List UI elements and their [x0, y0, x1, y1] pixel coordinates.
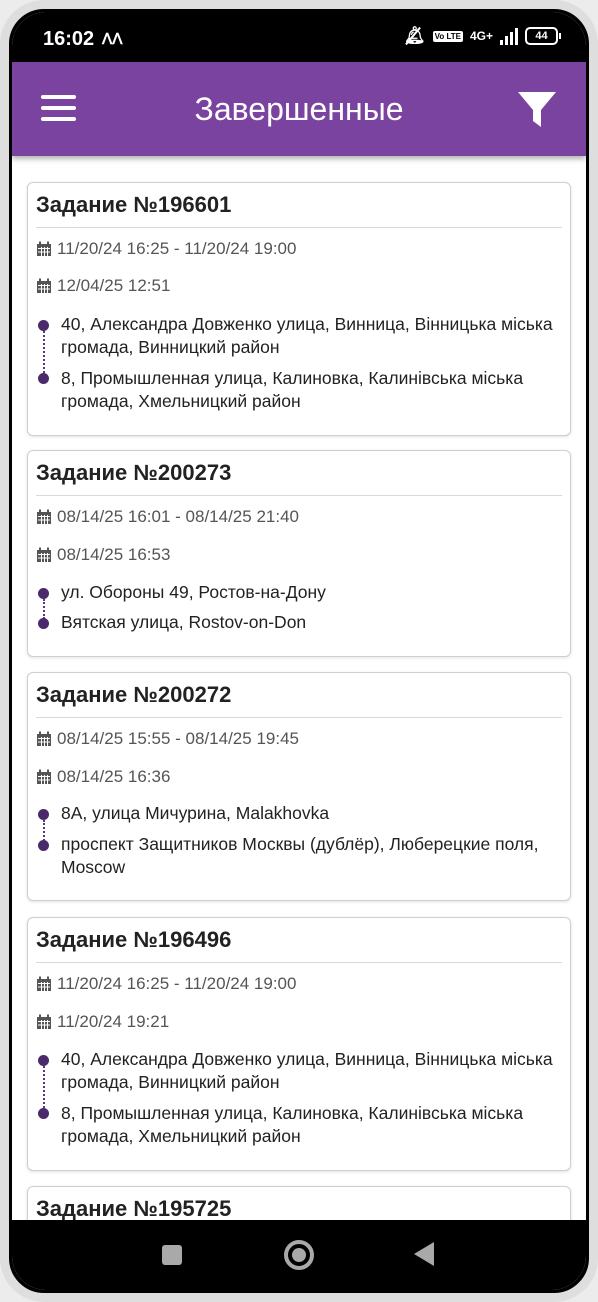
calendar-icon: [37, 509, 51, 524]
phone-frame: 16:02 ᐱᐱ 🔔︎ Vo LTE 4G+ 44 Завершенные За…: [0, 0, 598, 1302]
task-title: Задание №196601: [36, 192, 232, 217]
route-from: 8А, улица Мичурина, Malakhovka: [61, 803, 330, 823]
route-line: [43, 1066, 45, 1108]
route-to: 8, Промышленная улица, Калиновка, Калині…: [61, 1103, 524, 1146]
route-to: Вятская улица, Rostov-on-Don: [61, 612, 307, 632]
task-completed-text: 11/20/24 19:21: [57, 1012, 170, 1031]
calendar-icon: [37, 769, 51, 784]
route-line: [43, 331, 45, 373]
task-period: 08/14/25 16:01 - 08/14/25 21:40: [36, 507, 299, 527]
route-from: 40, Александра Довженко улица, Винница, …: [61, 1049, 553, 1092]
card-divider: [36, 495, 562, 496]
task-period-text: 11/20/24 16:25 - 11/20/24 19:00: [57, 239, 297, 258]
calendar-icon: [37, 241, 51, 256]
route-from: 40, Александра Довженко улица, Винница, …: [61, 314, 553, 357]
route-end-dot-icon: [38, 373, 49, 384]
square-recents-icon[interactable]: [162, 1245, 182, 1265]
task-completed-text: 12/04/25 12:51: [57, 276, 171, 295]
calendar-icon: [37, 1014, 51, 1029]
task-completed: 11/20/24 19:21: [36, 1012, 169, 1032]
status-bar: 16:02 ᐱᐱ 🔔︎ Vo LTE 4G+ 44: [12, 12, 586, 62]
screen: 16:02 ᐱᐱ 🔔︎ Vo LTE 4G+ 44 Завершенные За…: [12, 12, 586, 1290]
route-to: проспект Защитников Москвы (дублёр), Люб…: [61, 834, 539, 877]
task-completed-text: 08/14/25 16:53: [57, 545, 171, 564]
route-line: [43, 820, 45, 841]
card-divider: [36, 227, 562, 228]
task-period-text: 08/14/25 16:01 - 08/14/25 21:40: [57, 507, 299, 526]
task-title: Задание №196496: [36, 927, 232, 952]
route-start-dot-icon: [38, 809, 49, 820]
status-time: 16:02: [43, 28, 95, 50]
calendar-icon: [37, 278, 51, 293]
route-end-dot-icon: [38, 618, 49, 629]
route-line: [43, 599, 45, 619]
circle-home-icon[interactable]: [284, 1240, 314, 1270]
app-bar: Завершенные: [12, 62, 586, 156]
task-completed: 08/14/25 16:53: [36, 545, 170, 565]
task-title: Задание №200273: [36, 460, 232, 485]
bell-muted-icon: 🔔︎: [404, 26, 426, 45]
route-start-dot-icon: [38, 588, 49, 599]
task-period-text: 11/20/24 16:25 - 11/20/24 19:00: [57, 974, 297, 993]
task-title: Задание №195725: [36, 1196, 232, 1220]
calendar-icon: [37, 731, 51, 746]
card-divider: [36, 717, 562, 718]
task-completed: 08/14/25 16:36: [36, 767, 170, 787]
calendar-icon: [37, 976, 51, 991]
route-start-dot-icon: [38, 320, 49, 331]
route-from: ул. Обороны 49, Ростов-на-Дону: [61, 582, 326, 602]
task-card[interactable]: Задание №196601 11/20/24 16:25 - 11/20/2…: [27, 182, 571, 436]
signal-icon: [500, 27, 518, 45]
task-completed: 12/04/25 12:51: [36, 276, 170, 296]
task-card[interactable]: Задание №200273 08/14/25 16:01 - 08/14/2…: [27, 450, 571, 657]
route-to: 8, Промышленная улица, Калиновка, Калині…: [61, 368, 524, 411]
task-title: Задание №200272: [36, 682, 232, 707]
task-period: 08/14/25 15:55 - 08/14/25 19:45: [36, 729, 299, 749]
triangle-back-icon[interactable]: [414, 1242, 434, 1266]
filter-funnel-icon[interactable]: [514, 86, 560, 132]
battery-level: 44: [535, 30, 548, 42]
task-completed-text: 08/14/25 16:36: [57, 767, 171, 786]
task-list: Задание №196601 11/20/24 16:25 - 11/20/2…: [12, 156, 586, 1220]
task-card[interactable]: Задание №195725: [27, 1186, 571, 1220]
page-title: Завершенные: [194, 91, 404, 127]
card-divider: [36, 962, 562, 963]
route-end-dot-icon: [38, 1108, 49, 1119]
route-start-dot-icon: [38, 1055, 49, 1066]
task-card[interactable]: Задание №196496 11/20/24 16:25 - 11/20/2…: [27, 917, 571, 1171]
volte-icon: Vo LTE: [432, 30, 463, 42]
route-end-dot-icon: [38, 840, 49, 851]
task-card[interactable]: Задание №200272 08/14/25 15:55 - 08/14/2…: [27, 672, 571, 901]
battery-icon: 44: [525, 27, 561, 45]
calendar-icon: [37, 547, 51, 562]
status-icons: 🔔︎ Vo LTE 4G+ 44: [404, 26, 561, 46]
network-label: 4G+: [469, 29, 493, 43]
task-period: 11/20/24 16:25 - 11/20/24 19:00: [36, 974, 296, 994]
task-period-text: 08/14/25 15:55 - 08/14/25 19:45: [57, 729, 299, 748]
activity-icon: ᐱᐱ: [102, 31, 123, 48]
system-nav-bar: [12, 1220, 586, 1290]
task-period: 11/20/24 16:25 - 11/20/24 19:00: [36, 239, 296, 259]
